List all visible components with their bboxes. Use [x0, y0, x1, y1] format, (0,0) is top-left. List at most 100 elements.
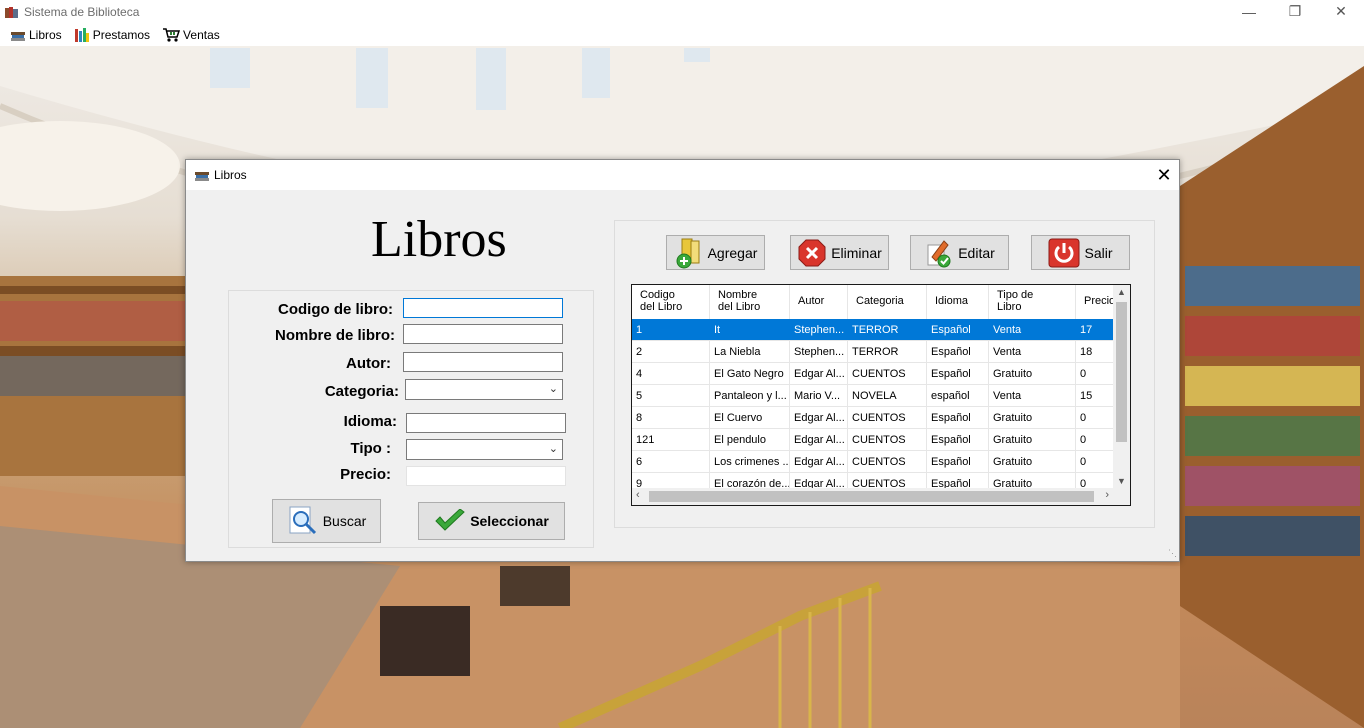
table-cell[interactable]: Edgar Al... — [790, 407, 848, 428]
table-cell[interactable]: 4 — [632, 363, 710, 384]
table-cell[interactable]: It — [710, 319, 790, 340]
table-cell[interactable]: Edgar Al... — [790, 363, 848, 384]
table-cell[interactable]: TERROR — [848, 341, 927, 362]
tipo-select[interactable]: ⌄ — [406, 439, 563, 460]
seleccionar-button[interactable]: Seleccionar — [418, 502, 565, 540]
books-table[interactable]: Codigo del Libro Nombre del Libro Autor … — [631, 284, 1131, 506]
idioma-input[interactable] — [406, 413, 566, 433]
table-cell[interactable]: El pendulo — [710, 429, 790, 450]
table-cell[interactable]: Español — [927, 451, 989, 472]
scroll-thumb[interactable] — [649, 491, 1094, 502]
table-cell[interactable]: 6 — [632, 451, 710, 472]
table-cell[interactable]: 8 — [632, 407, 710, 428]
buscar-button[interactable]: Buscar — [272, 499, 381, 543]
table-row[interactable]: 121 El pendulo Edgar Al... CUENTOS Español Gr… — [632, 429, 1116, 451]
table-cell[interactable]: Los crimenes ... — [710, 451, 790, 472]
column-header[interactable]: Autor — [790, 285, 848, 319]
table-cell[interactable]: Español — [927, 341, 989, 362]
table-cell[interactable]: Español — [927, 429, 989, 450]
table-cell[interactable]: Stephen... — [790, 341, 848, 362]
table-cell[interactable]: 0 — [1076, 363, 1116, 384]
table-cell[interactable]: Español — [927, 319, 989, 340]
table-cell[interactable]: Venta — [989, 319, 1076, 340]
table-cell[interactable]: Edgar Al... — [790, 451, 848, 472]
table-cell[interactable]: Español — [927, 407, 989, 428]
table-row[interactable]: 1 It Stephen... TERROR Español Venta 17 — [632, 319, 1116, 341]
table-row[interactable]: 8 El Cuervo Edgar Al... CUENTOS Español Gratu… — [632, 407, 1116, 429]
column-header[interactable]: Precio — [1076, 285, 1116, 319]
precio-input[interactable] — [406, 466, 566, 486]
menu-prestamos[interactable]: Prestamos — [70, 23, 158, 46]
scroll-corner — [1113, 488, 1130, 505]
tipo-label: Tipo : — [350, 440, 391, 457]
table-row[interactable]: 6 Los crimenes ... Edgar Al... CUENTOS Españ… — [632, 451, 1116, 473]
resize-grip-icon[interactable]: ⋱ — [1168, 548, 1177, 559]
table-cell[interactable]: Edgar Al... — [790, 429, 848, 450]
minimize-button[interactable]: — — [1226, 0, 1272, 23]
table-cell[interactable]: español — [927, 385, 989, 406]
table-cell[interactable]: Gratuito — [989, 451, 1076, 472]
categoria-select[interactable]: ⌄ — [405, 379, 563, 400]
table-cell[interactable]: 0 — [1076, 407, 1116, 428]
scroll-up-icon[interactable]: ▲ — [1117, 287, 1126, 297]
table-cell[interactable]: 0 — [1076, 451, 1116, 472]
table-cell[interactable]: 17 — [1076, 319, 1116, 340]
horizontal-scrollbar[interactable]: ‹ › — [632, 488, 1113, 505]
table-cell[interactable]: CUENTOS — [848, 363, 927, 384]
eliminar-button[interactable]: Eliminar — [790, 235, 889, 270]
editar-button[interactable]: Editar — [910, 235, 1009, 270]
table-cell[interactable]: 0 — [1076, 429, 1116, 450]
table-cell[interactable]: 121 — [632, 429, 710, 450]
column-header[interactable]: Tipo de Libro — [989, 285, 1076, 319]
vertical-scrollbar[interactable]: ▲ ▼ — [1113, 285, 1130, 488]
table-cell[interactable]: Pantaleon y l... — [710, 385, 790, 406]
table-cell[interactable]: La Niebla — [710, 341, 790, 362]
table-cell[interactable]: TERROR — [848, 319, 927, 340]
codigo-input[interactable] — [403, 298, 563, 318]
table-cell[interactable]: 5 — [632, 385, 710, 406]
table-cell[interactable]: 1 — [632, 319, 710, 340]
column-header[interactable]: Categoria — [848, 285, 927, 319]
restore-button[interactable]: ❐ — [1272, 0, 1318, 23]
dialog-close-button[interactable]: ✕ — [1149, 160, 1179, 190]
table-cell[interactable]: CUENTOS — [848, 407, 927, 428]
table-cell[interactable]: 15 — [1076, 385, 1116, 406]
table-cell[interactable]: El Gato Negro — [710, 363, 790, 384]
table-cell[interactable]: Venta — [989, 341, 1076, 362]
autor-label: Autor: — [346, 355, 391, 372]
scroll-thumb[interactable] — [1116, 302, 1127, 442]
table-cell[interactable]: Mario V... — [790, 385, 848, 406]
chevron-down-icon: ⌄ — [548, 443, 558, 455]
table-cell[interactable]: 2 — [632, 341, 710, 362]
table-row[interactable]: 4 El Gato Negro Edgar Al... CUENTOS Español G… — [632, 363, 1116, 385]
scroll-left-icon[interactable]: ‹ — [636, 489, 640, 501]
table-cell[interactable]: NOVELA — [848, 385, 927, 406]
scroll-right-icon[interactable]: › — [1105, 489, 1109, 501]
column-header[interactable]: Idioma — [927, 285, 989, 319]
close-button[interactable]: ✕ — [1318, 0, 1364, 23]
table-row[interactable]: 5 Pantaleon y l... Mario V... NOVELA español… — [632, 385, 1116, 407]
table-cell[interactable]: CUENTOS — [848, 451, 927, 472]
agregar-button[interactable]: Agregar — [666, 235, 765, 270]
nombre-input[interactable] — [403, 324, 563, 344]
table-cell[interactable]: Gratuito — [989, 407, 1076, 428]
edit-icon — [927, 239, 951, 267]
salir-button[interactable]: Salir — [1031, 235, 1130, 270]
column-header[interactable]: Codigo del Libro — [632, 285, 710, 319]
table-cell[interactable]: Venta — [989, 385, 1076, 406]
menu-ventas[interactable]: Ventas — [158, 23, 228, 46]
table-cell[interactable]: CUENTOS — [848, 429, 927, 450]
menu-libros[interactable]: Libros — [6, 23, 70, 46]
table-cell[interactable]: Gratuito — [989, 429, 1076, 450]
table-cell[interactable]: Gratuito — [989, 363, 1076, 384]
table-cell[interactable]: 18 — [1076, 341, 1116, 362]
delete-icon — [798, 239, 826, 266]
table-cell[interactable]: El Cuervo — [710, 407, 790, 428]
table-cell[interactable]: Español — [927, 363, 989, 384]
table-row[interactable]: 2 La Niebla Stephen... TERROR Español Venta 18 — [632, 341, 1116, 363]
table-cell[interactable]: Stephen... — [790, 319, 848, 340]
autor-input[interactable] — [403, 352, 563, 372]
buscar-label: Buscar — [322, 513, 367, 529]
scroll-down-icon[interactable]: ▼ — [1117, 476, 1126, 486]
column-header[interactable]: Nombre del Libro — [710, 285, 790, 319]
